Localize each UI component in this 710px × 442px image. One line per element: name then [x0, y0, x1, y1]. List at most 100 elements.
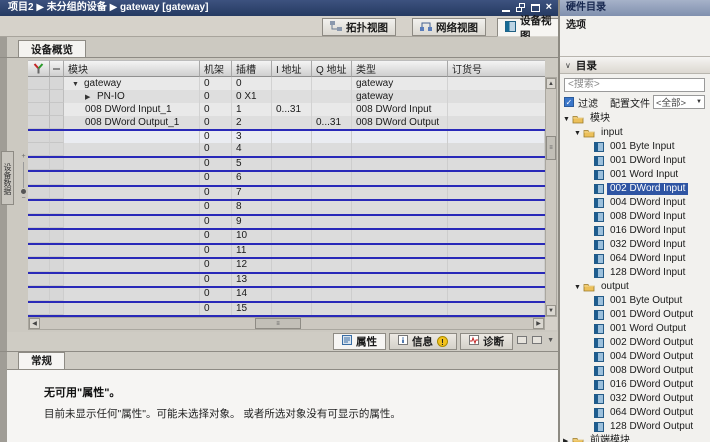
catalog-item[interactable]: 001 Word Output: [560, 322, 710, 336]
catalog-item[interactable]: 064 DWord Input: [560, 252, 710, 266]
column-header-rack[interactable]: 机架: [200, 60, 232, 77]
column-header-slot[interactable]: 插槽: [232, 60, 272, 77]
tab-topology-view[interactable]: 拓扑视图: [322, 18, 396, 36]
module-cell: [64, 186, 200, 200]
tab-device-view[interactable]: 设备视图: [497, 15, 560, 42]
expander-icon[interactable]: ▶: [85, 91, 97, 103]
catalog-section-header[interactable]: ∨ 目录: [560, 56, 710, 74]
table-cell: [448, 116, 545, 129]
zoom-slider[interactable]: + −: [19, 153, 28, 217]
catalog-item[interactable]: 128 DWord Output: [560, 420, 710, 434]
scroll-down-icon[interactable]: ▼: [546, 305, 556, 316]
tab-device-overview[interactable]: 设备概览: [18, 40, 86, 58]
empty-slot-row[interactable]: 09: [28, 213, 545, 229]
tree-expander-icon[interactable]: ▼: [574, 284, 583, 291]
column-header-module[interactable]: 模块: [64, 60, 200, 77]
options-section[interactable]: 选项: [560, 16, 710, 36]
catalog-item[interactable]: 001 Byte Output: [560, 294, 710, 308]
row-icon-cell: [28, 201, 50, 214]
catalog-item[interactable]: ▶ 前端模块: [560, 434, 710, 442]
empty-slot-row[interactable]: 0 14: [28, 286, 545, 301]
horizontal-scroll-thumb[interactable]: ≡: [255, 318, 301, 329]
column-header-iaddr[interactable]: I 地址: [272, 60, 312, 77]
empty-slot-row[interactable]: 0 12: [28, 257, 545, 272]
scroll-left-icon[interactable]: ◀: [29, 318, 40, 329]
catalog-item[interactable]: ▼ 模块: [560, 112, 710, 126]
catalog-item[interactable]: 001 Word Input: [560, 168, 710, 182]
empty-slot-row[interactable]: 07: [28, 184, 545, 200]
catalog-item[interactable]: 064 DWord Output: [560, 406, 710, 420]
catalog-item[interactable]: 016 DWord Output: [560, 378, 710, 392]
catalog-item[interactable]: 128 DWord Input: [560, 266, 710, 280]
expander-icon[interactable]: ▼: [72, 78, 84, 90]
empty-slot-row[interactable]: 0 11: [28, 242, 545, 258]
column-header-type[interactable]: 类型: [352, 60, 448, 77]
module-label: gateway: [84, 78, 122, 89]
vertical-scrollbar[interactable]: ▲ ≡ ▼: [545, 77, 557, 317]
tree-expander-icon[interactable]: ▼: [574, 130, 583, 137]
catalog-item[interactable]: 001 DWord Input: [560, 154, 710, 168]
tab-network-view[interactable]: 网络视图: [412, 18, 486, 36]
column-header-qaddr[interactable]: Q 地址: [312, 60, 352, 77]
profile-dropdown[interactable]: <全部> ▼: [653, 95, 705, 109]
column-header-orderno[interactable]: 订货号: [448, 60, 545, 77]
close-icon[interactable]: ×: [546, 2, 552, 13]
collapse-panel-icon[interactable]: [532, 336, 543, 344]
tab-info[interactable]: 信息 !: [389, 333, 457, 350]
catalog-item[interactable]: 004 DWord Output: [560, 350, 710, 364]
empty-slot-row[interactable]: 0 15: [28, 300, 545, 316]
tab-diagnostics[interactable]: 诊断: [460, 333, 513, 350]
chevron-down-icon[interactable]: ▼: [547, 337, 554, 344]
catalog-item[interactable]: 016 DWord Input: [560, 224, 710, 238]
restore-icon[interactable]: [515, 3, 525, 12]
slider-thumb[interactable]: [21, 189, 26, 194]
side-tab-device-data[interactable]: 设备数据: [1, 151, 14, 205]
empty-slot-row[interactable]: 03: [28, 129, 545, 144]
catalog-item[interactable]: 008 DWord Output: [560, 364, 710, 378]
minimize-icon[interactable]: [501, 4, 510, 12]
catalog-item[interactable]: 002 DWord Input: [560, 182, 710, 196]
row-gutter-cell: [50, 201, 64, 214]
catalog-item[interactable]: ▼ output: [560, 280, 710, 294]
tab-properties[interactable]: 属性: [333, 333, 386, 350]
catalog-item[interactable]: 004 DWord Input: [560, 196, 710, 210]
catalog-item[interactable]: ▼ input: [560, 126, 710, 140]
empty-slot-row[interactable]: 0 13: [28, 271, 545, 287]
table-cell: [448, 103, 545, 116]
address-filter-icon[interactable]: [28, 60, 50, 77]
horizontal-scrollbar[interactable]: ◀ ≡ ▶: [28, 317, 545, 330]
table-row[interactable]: 008 DWord Input_1 0 1 0...31 008 DWord Input: [28, 103, 545, 116]
catalog-item[interactable]: 032 DWord Input: [560, 238, 710, 252]
scroll-right-icon[interactable]: ▶: [533, 318, 544, 329]
empty-slot-row[interactable]: 06: [28, 170, 545, 185]
float-panel-icon[interactable]: [517, 336, 528, 344]
empty-slot-row[interactable]: 0 10: [28, 228, 545, 243]
empty-slot-row[interactable]: 08: [28, 199, 545, 214]
tree-expander-icon[interactable]: ▼: [563, 116, 572, 123]
table-row[interactable]: ▶ PN-IO 0 0 X1 gateway: [28, 90, 545, 103]
catalog-item[interactable]: 032 DWord Output: [560, 392, 710, 406]
empty-slot-row[interactable]: 05: [28, 155, 545, 171]
catalog-tree: ▼ 模块 ▼ input 001 Byte Input 001 DWord Input 00…: [560, 112, 710, 442]
plus-icon[interactable]: +: [19, 153, 28, 161]
table-row[interactable]: 008 DWord Output_1 0 2 0...31 008 DWord Outp…: [28, 116, 545, 129]
catalog-item[interactable]: 001 DWord Output: [560, 308, 710, 322]
table-row[interactable]: ▼ gateway 0 0 gateway: [28, 77, 545, 90]
catalog-item[interactable]: 002 DWord Output: [560, 336, 710, 350]
tab-general[interactable]: 常规: [18, 352, 65, 369]
module-label: 008 DWord Output_1: [85, 117, 180, 128]
catalog-item[interactable]: 008 DWord Input: [560, 210, 710, 224]
search-input[interactable]: <搜索>: [564, 78, 705, 92]
row-gutter-cell: [50, 273, 64, 287]
empty-slot-row[interactable]: 04: [28, 143, 545, 156]
tree-expander-icon[interactable]: ▶: [563, 437, 572, 442]
catalog-item[interactable]: 001 Byte Input: [560, 140, 710, 154]
maximize-icon[interactable]: [530, 3, 540, 12]
scroll-up-icon[interactable]: ▲: [546, 78, 556, 89]
vertical-scroll-thumb[interactable]: ≡: [546, 136, 556, 160]
minus-icon[interactable]: −: [19, 195, 28, 203]
qaddr-cell: [312, 157, 352, 171]
inspector-left-gutter: [0, 332, 7, 442]
orderno-cell: [448, 157, 545, 171]
filter-checkbox[interactable]: ✓: [564, 97, 574, 107]
